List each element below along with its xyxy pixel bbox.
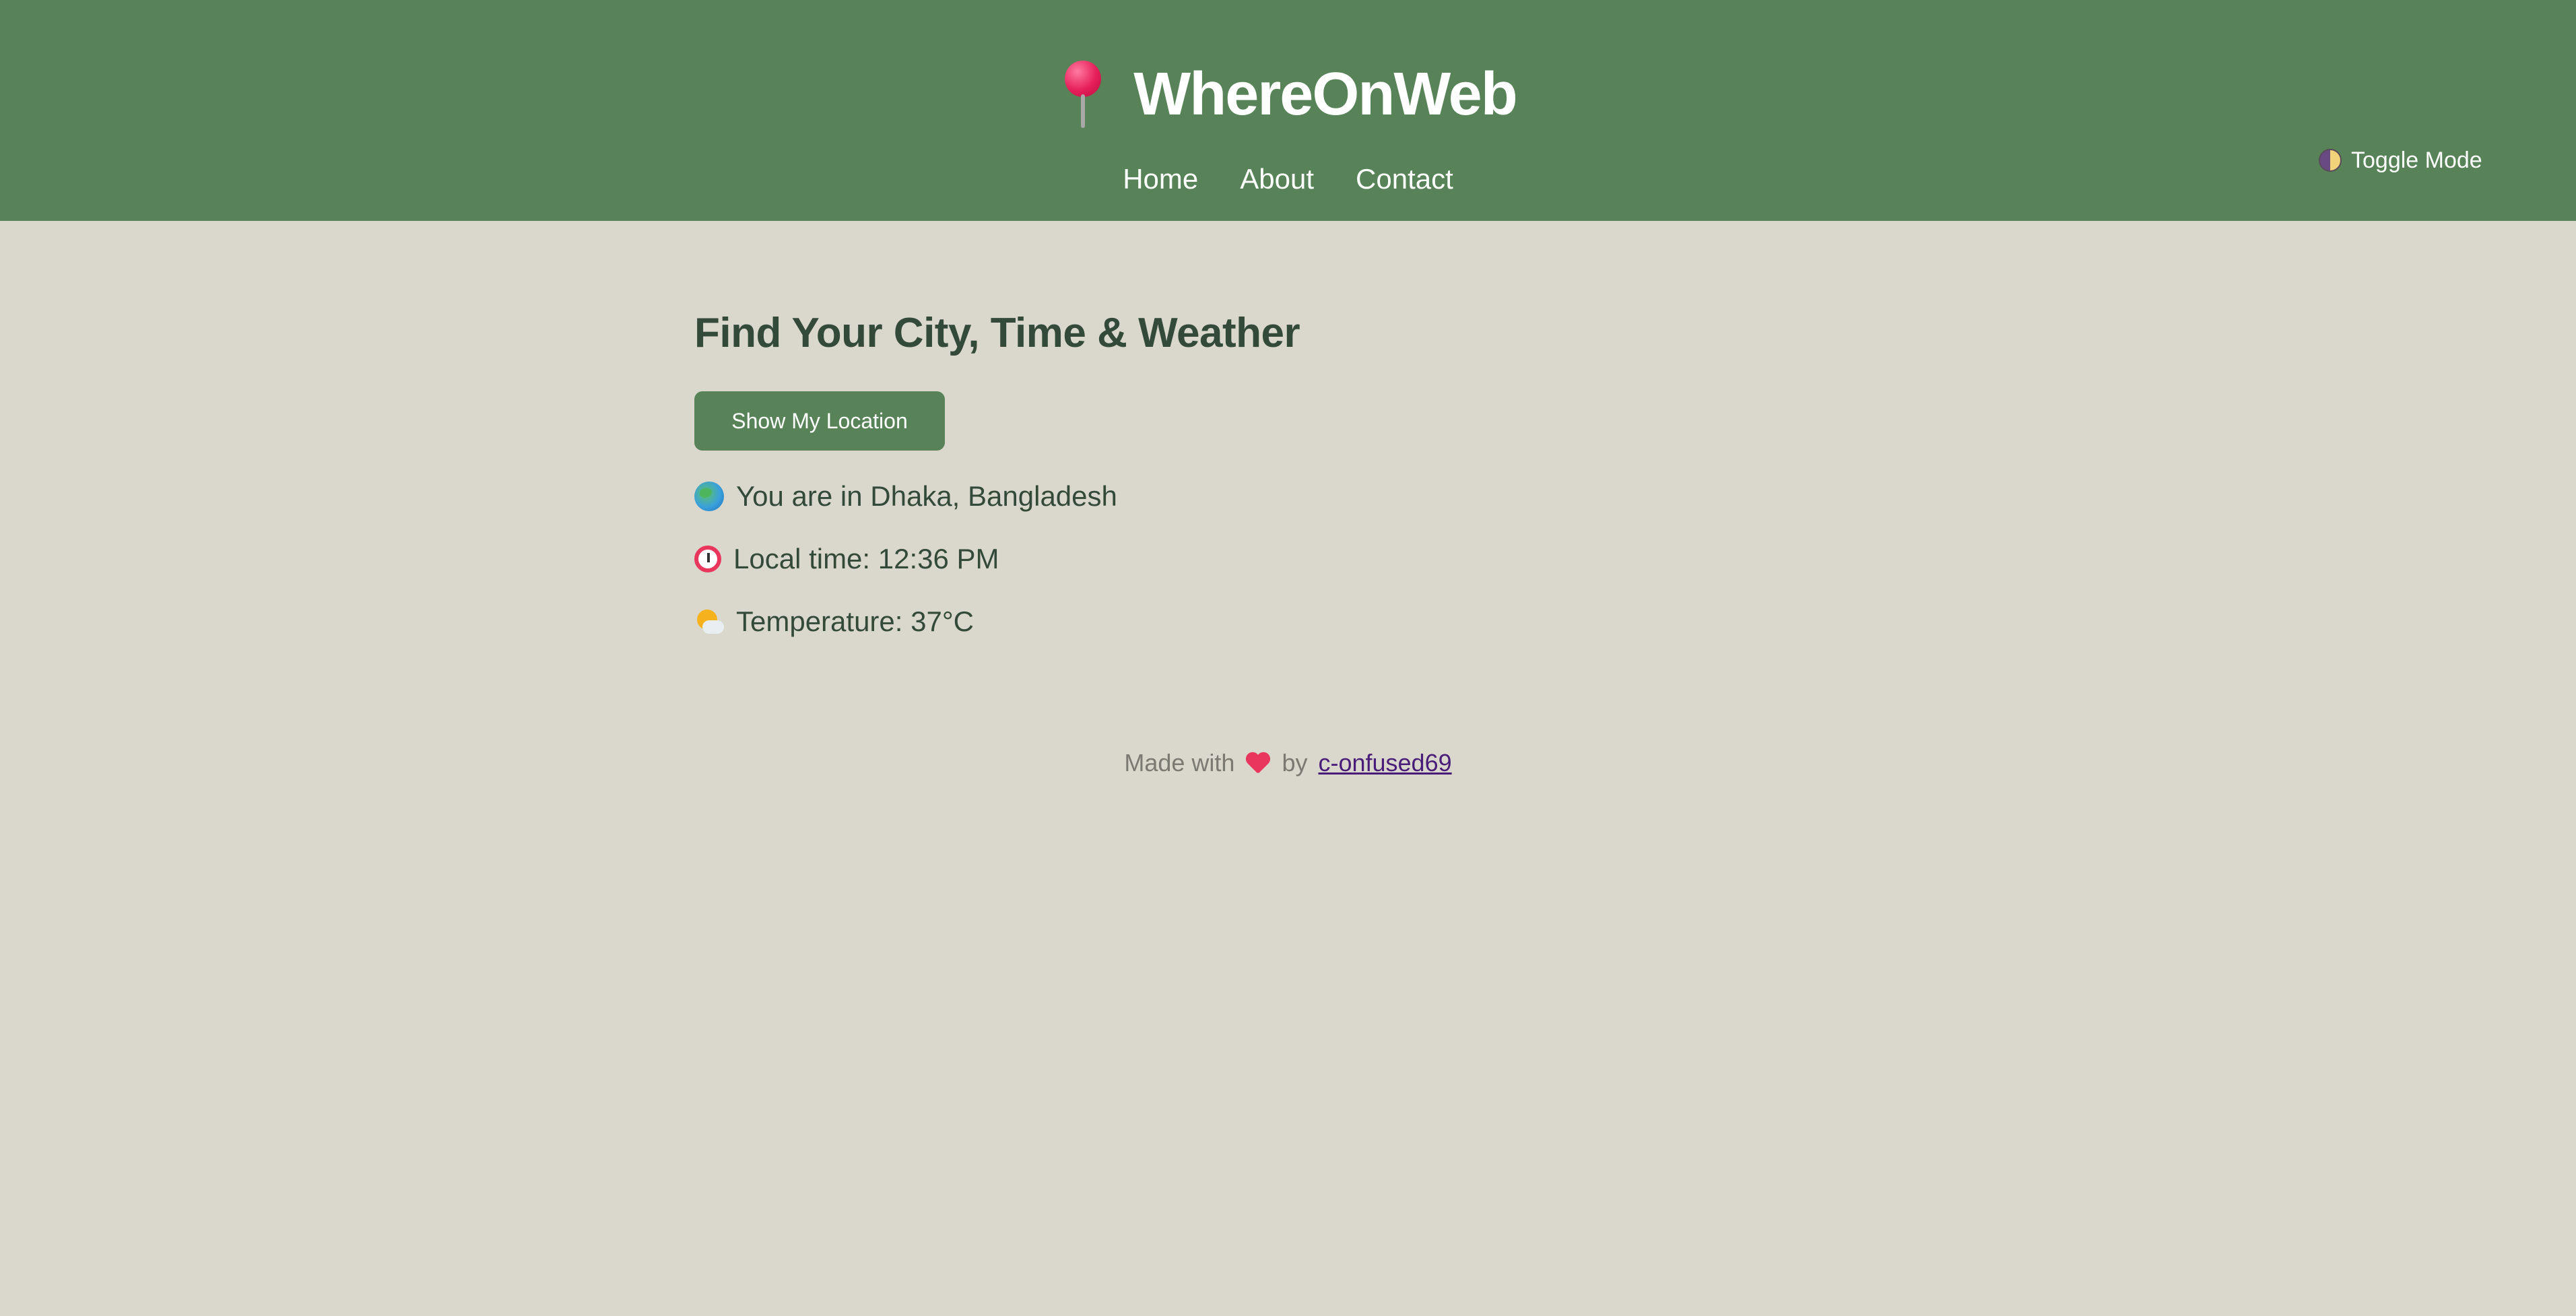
heart-icon xyxy=(1245,752,1271,775)
local-time-text: Local time: 12:36 PM xyxy=(733,543,999,574)
author-link[interactable]: c-onfused69 xyxy=(1318,749,1451,777)
brand: WhereOnWeb xyxy=(0,54,2576,135)
time-line: Local time: 12:36 PM xyxy=(694,539,999,579)
toggle-mode-button[interactable]: Toggle Mode xyxy=(2319,145,2482,175)
toggle-mode-label: Toggle Mode xyxy=(2351,147,2482,173)
sun-behind-cloud-icon xyxy=(694,607,724,636)
alarm-clock-icon xyxy=(694,546,721,572)
top-header: WhereOnWeb Home About Contact Toggle Mod… xyxy=(0,0,2576,221)
temperature-text: Temperature: 37°C xyxy=(736,605,974,637)
nav-about-link[interactable]: About xyxy=(1240,163,1314,195)
show-location-button[interactable]: Show My Location xyxy=(694,391,945,451)
page-heading: Find Your City, Time & Weather xyxy=(694,310,1300,356)
footer-by: by xyxy=(1282,749,1308,777)
footer: Made with by c-onfused69 xyxy=(0,744,2576,782)
main-content: Find Your City, Time & Weather Show My L… xyxy=(694,296,1907,637)
half-moon-icon xyxy=(2319,149,2342,172)
footer-made-with: Made with xyxy=(1124,749,1235,777)
globe-icon xyxy=(694,482,724,511)
site-title: WhereOnWeb xyxy=(1133,60,1517,128)
round-pushpin-icon xyxy=(1059,61,1107,128)
main-nav: Home About Contact xyxy=(0,159,2576,199)
temperature-line: Temperature: 37°C xyxy=(694,601,974,642)
location-text: You are in Dhaka, Bangladesh xyxy=(736,480,1117,512)
nav-contact-link[interactable]: Contact xyxy=(1356,163,1453,195)
location-line: You are in Dhaka, Bangladesh xyxy=(694,476,1117,517)
nav-home-link[interactable]: Home xyxy=(1123,163,1198,195)
